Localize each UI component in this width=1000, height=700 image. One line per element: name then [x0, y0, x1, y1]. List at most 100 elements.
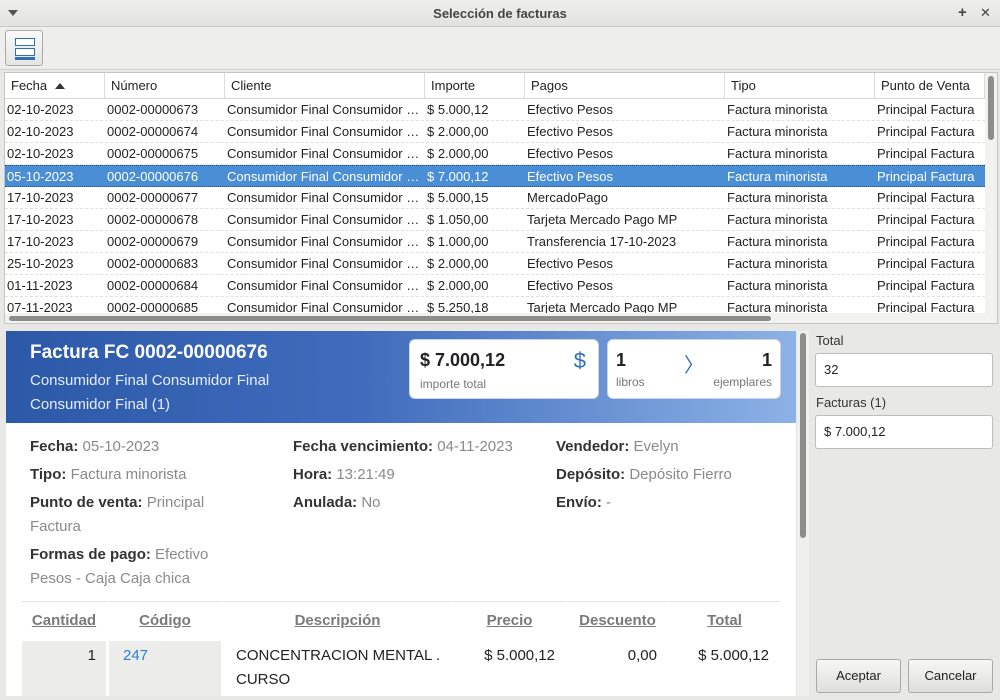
cell-punto-de-venta: Principal Factura — [877, 278, 975, 293]
cell-pagos: Efectivo Pesos — [527, 169, 613, 184]
field-anulada: Anulada: No — [293, 491, 513, 515]
items-header-descripcion[interactable]: Descripción — [224, 601, 454, 641]
items-header-precio[interactable]: Precio — [454, 601, 568, 641]
cell-importe: $ 5.000,15 — [427, 190, 489, 205]
split-view-button[interactable] — [5, 30, 43, 66]
table-row[interactable]: 17-10-2023 0002-00000677 Consumidor Final … — [5, 187, 985, 209]
field-tipo: Tipo: Factura minorista — [30, 463, 240, 487]
table-row[interactable]: 02-10-2023 0002-00000674 Consumidor Final … — [5, 121, 985, 143]
table-row-selected[interactable]: 05-10-2023 0002-00000676 Consumidor Final … — [5, 165, 985, 187]
scrollbar-thumb[interactable] — [988, 76, 994, 140]
column-header-punto-de-venta[interactable]: Punto de Venta — [875, 73, 985, 99]
column-header-cliente[interactable]: Cliente — [225, 73, 425, 99]
items-header: Cantidad Código Descripción Precio Descu… — [22, 601, 782, 641]
column-header-importe[interactable]: Importe — [425, 73, 525, 99]
table-row[interactable]: 02-10-2023 0002-00000673 Consumidor Final … — [5, 99, 985, 121]
cell-numero: 0002-00000679 — [107, 234, 199, 249]
detail-vertical-scrollbar[interactable] — [797, 331, 809, 696]
cell-tipo: Factura minorista — [727, 234, 828, 249]
table-vertical-scrollbar[interactable] — [985, 73, 997, 323]
column-header-fecha[interactable]: Fecha — [5, 73, 105, 99]
table-body: 02-10-2023 0002-00000673 Consumidor Final … — [5, 99, 985, 319]
cell-numero: 0002-00000674 — [107, 124, 199, 139]
cell-fecha: 02-10-2023 — [7, 146, 74, 161]
cell-pagos: Efectivo Pesos — [527, 146, 613, 161]
item-precio: $ 5.000,12 — [454, 641, 568, 696]
split-view-icon-part — [15, 57, 35, 60]
table-row[interactable]: 17-10-2023 0002-00000678 Consumidor Final … — [5, 209, 985, 231]
field-value: Evelyn — [633, 438, 679, 455]
table-row[interactable]: 02-10-2023 0002-00000675 Consumidor Final … — [5, 143, 985, 165]
cell-tipo: Factura minorista — [727, 124, 828, 139]
column-header-tipo[interactable]: Tipo — [725, 73, 875, 99]
split-view-icon-part — [15, 48, 35, 56]
cell-cliente: Consumidor Final Consumidor Final — [227, 124, 425, 139]
cell-importe: $ 1.050,00 — [427, 212, 489, 227]
column-header-pagos[interactable]: Pagos — [525, 73, 725, 99]
table-row[interactable]: 25-10-2023 0002-00000683 Consumidor Final … — [5, 253, 985, 275]
items-header-cantidad[interactable]: Cantidad — [22, 601, 109, 641]
invoice-banner: Factura FC 0002-00000676 Consumidor Fina… — [6, 331, 796, 423]
cell-tipo: Factura minorista — [727, 169, 828, 184]
close-button[interactable]: ✕ — [980, 4, 991, 22]
items-header-total[interactable]: Total — [670, 601, 782, 641]
cell-cliente: Consumidor Final Consumidor Final — [227, 169, 425, 184]
facturas-total-field[interactable]: $ 7.000,12 — [815, 415, 993, 449]
table-row[interactable]: 01-11-2023 0002-00000684 Consumidor Final … — [5, 275, 985, 297]
field-label: Hora: — [293, 466, 333, 483]
item-descripcion: CONCENTRACION MENTAL . CURSO — [224, 641, 454, 696]
field-value: 04-11-2023 — [437, 438, 513, 455]
client-line-1: Consumidor Final Consumidor Final — [30, 372, 270, 389]
window-title: Selección de facturas — [433, 6, 567, 21]
cell-tipo: Factura minorista — [727, 212, 828, 227]
total-amount: $ 7.000,12 — [420, 350, 506, 370]
table-header: Fecha Número Cliente Importe Pagos Tipo … — [5, 73, 985, 99]
dollar-icon: $ — [573, 348, 586, 373]
scrollbar-thumb[interactable] — [9, 316, 771, 321]
table-horizontal-scrollbar[interactable] — [5, 313, 985, 323]
field-value: Factura minorista — [70, 466, 187, 483]
field-label: Envío: — [556, 494, 602, 511]
cell-importe: $ 2.000,00 — [427, 124, 489, 139]
cancel-button[interactable]: Cancelar — [908, 659, 993, 693]
facturas-label: Facturas (1) — [816, 395, 887, 410]
cell-pagos: Efectivo Pesos — [527, 124, 613, 139]
cell-fecha: 17-10-2023 — [7, 212, 74, 227]
items-header-descuento[interactable]: Descuento — [568, 601, 670, 641]
item-descuento: 0,00 — [568, 641, 670, 696]
cell-numero: 0002-00000684 — [107, 278, 199, 293]
cell-punto-de-venta: Principal Factura — [877, 212, 975, 227]
client-line-2[interactable]: Consumidor Final (1) — [30, 393, 330, 417]
cell-punto-de-venta: Principal Factura — [877, 234, 975, 249]
invoice-detail-panel: Factura FC 0002-00000676 Consumidor Fina… — [6, 331, 796, 696]
fields-column-3: Vendedor: Evelyn Depósito: Depósito Fier… — [556, 435, 786, 519]
field-label: Formas de pago: — [30, 546, 151, 563]
field-label: Anulada: — [293, 494, 358, 511]
accept-button[interactable]: Aceptar — [816, 659, 901, 693]
item-codigo-link[interactable]: 247 — [109, 641, 224, 696]
cell-numero: 0002-00000673 — [107, 102, 199, 117]
field-fecha: Fecha: 05-10-2023 — [30, 435, 240, 459]
column-header-numero[interactable]: Número — [105, 73, 225, 99]
table-row[interactable]: 17-10-2023 0002-00000679 Consumidor Final … — [5, 231, 985, 253]
toolbar — [0, 27, 1000, 70]
cell-pagos: Efectivo Pesos — [527, 278, 613, 293]
amount-label: importe total — [420, 377, 487, 391]
copies-count: 1 — [761, 350, 772, 370]
pin-button[interactable]: + — [958, 4, 967, 22]
cell-punto-de-venta: Principal Factura — [877, 102, 975, 117]
cell-punto-de-venta: Principal Factura — [877, 124, 975, 139]
cell-cliente: Consumidor Final Consumidor Final — [227, 234, 425, 249]
total-field[interactable]: 32 — [815, 353, 993, 387]
cell-cliente: Consumidor Final Consumidor Final — [227, 102, 425, 117]
field-formas-de-pago: Formas de pago: Efectivo Pesos - Caja Ca… — [30, 543, 240, 591]
invoices-table: Fecha Número Cliente Importe Pagos Tipo … — [4, 72, 998, 324]
items-header-codigo[interactable]: Código — [109, 601, 224, 641]
cell-fecha: 25-10-2023 — [7, 256, 74, 271]
field-value: - — [606, 494, 612, 511]
cell-fecha: 02-10-2023 — [7, 124, 74, 139]
item-cantidad: 1 — [22, 641, 109, 696]
fields-column-2: Fecha vencimiento: 04-11-2023 Hora: 13:2… — [293, 435, 513, 519]
scrollbar-thumb[interactable] — [800, 333, 806, 538]
books-card[interactable]: 1 〉 1 libros ejemplares — [607, 339, 781, 399]
